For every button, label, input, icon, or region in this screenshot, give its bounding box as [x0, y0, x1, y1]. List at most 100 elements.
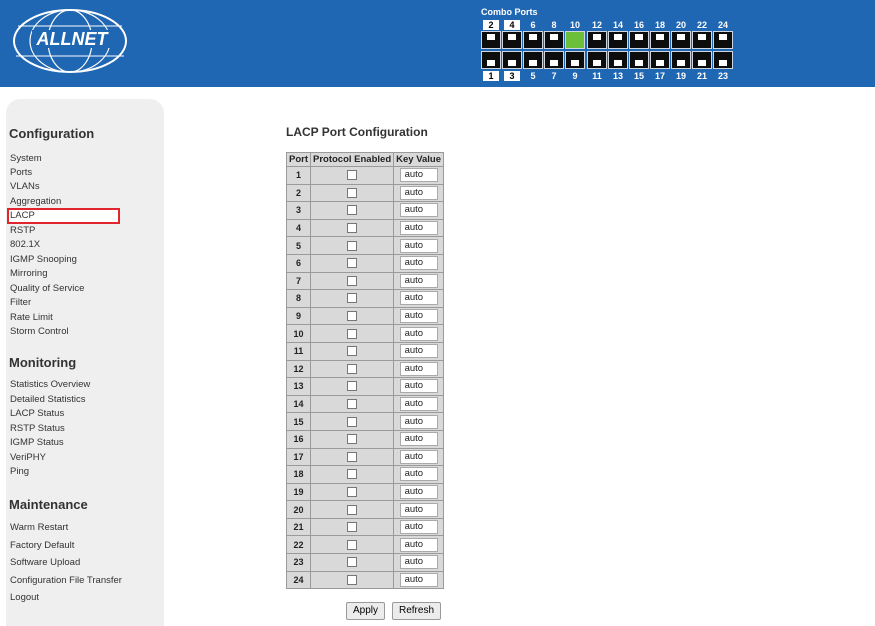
sidebar-item-lacp[interactable]: LACP — [10, 210, 35, 221]
port-icon-6[interactable] — [523, 31, 543, 49]
port-icon-20[interactable] — [671, 31, 691, 49]
protocol-enabled-checkbox[interactable] — [347, 363, 358, 374]
apply-button[interactable]: Apply — [346, 602, 386, 620]
sidebar-item-rstp-status[interactable]: RSTP Status — [10, 423, 65, 434]
key-value-input[interactable]: auto — [399, 537, 438, 552]
sidebar-item-lacp-status[interactable]: LACP Status — [10, 408, 64, 419]
key-value-input[interactable]: auto — [399, 273, 438, 288]
protocol-enabled-checkbox[interactable] — [347, 399, 358, 409]
protocol-enabled-checkbox[interactable] — [347, 416, 358, 427]
sidebar-item-ping[interactable]: Ping — [10, 466, 29, 477]
protocol-enabled-checkbox[interactable] — [347, 539, 358, 550]
protocol-enabled-checkbox[interactable] — [347, 557, 358, 568]
protocol-enabled-checkbox[interactable] — [347, 486, 358, 497]
sidebar-item-statistics-overview[interactable]: Statistics Overview — [10, 379, 90, 390]
key-value-input[interactable]: auto — [399, 414, 438, 429]
protocol-enabled-checkbox[interactable] — [347, 346, 358, 357]
protocol-enabled-checkbox[interactable] — [347, 311, 358, 322]
key-value-input[interactable]: auto — [399, 238, 438, 253]
port-icon-15[interactable] — [629, 51, 649, 69]
refresh-button[interactable]: Refresh — [392, 602, 442, 620]
sidebar-item-warm-restart[interactable]: Warm Restart — [10, 522, 68, 533]
protocol-enabled-checkbox[interactable] — [347, 258, 358, 269]
protocol-enabled-checkbox[interactable] — [347, 451, 358, 462]
sidebar-item-quality-of-service[interactable]: Quality of Service — [10, 283, 84, 294]
port-icon-23[interactable] — [713, 51, 733, 69]
key-value-input[interactable]: auto — [399, 520, 438, 535]
protocol-enabled-checkbox[interactable] — [347, 381, 358, 392]
sidebar-item-logout[interactable]: Logout — [10, 592, 39, 603]
sidebar-item-system[interactable]: System — [10, 153, 42, 164]
key-value-input[interactable]: auto — [399, 555, 438, 570]
sidebar-item-802-1x[interactable]: 802.1X — [10, 239, 40, 250]
key-value-input[interactable]: auto — [399, 502, 438, 517]
sidebar-item-mirroring[interactable]: Mirroring — [10, 268, 47, 279]
sidebar-item-detailed-statistics[interactable]: Detailed Statistics — [10, 394, 86, 405]
key-value-input[interactable]: auto — [399, 221, 438, 236]
port-icon-18[interactable] — [650, 31, 670, 49]
port-icon-24[interactable] — [713, 31, 733, 49]
protocol-enabled-checkbox[interactable] — [347, 504, 358, 515]
key-value-input[interactable]: auto — [399, 256, 438, 271]
port-icon-10[interactable] — [565, 31, 585, 49]
sidebar-item-factory-default[interactable]: Factory Default — [10, 540, 74, 551]
port-icon-7[interactable] — [544, 51, 564, 69]
protocol-enabled-cell — [309, 570, 395, 590]
protocol-enabled-checkbox[interactable] — [347, 170, 358, 181]
protocol-enabled-checkbox[interactable] — [347, 275, 358, 286]
key-value-input[interactable]: auto — [399, 185, 438, 200]
port-icon-13[interactable] — [608, 51, 628, 69]
port-icon-4[interactable] — [502, 31, 522, 49]
port-icon-17[interactable] — [650, 51, 670, 69]
sidebar-item-igmp-snooping[interactable]: IGMP Snooping — [10, 254, 77, 265]
key-value-input[interactable]: auto — [399, 203, 438, 218]
key-value-input[interactable]: auto — [399, 572, 438, 587]
sidebar-item-software-upload[interactable]: Software Upload — [10, 557, 80, 568]
sidebar-item-igmp-status[interactable]: IGMP Status — [10, 437, 64, 448]
port-icon-2[interactable] — [481, 31, 501, 49]
port-icon-14[interactable] — [608, 31, 628, 49]
key-value-input[interactable]: auto — [399, 361, 438, 376]
key-value-input[interactable]: auto — [399, 432, 438, 447]
protocol-enabled-checkbox[interactable] — [347, 469, 358, 480]
key-value-input[interactable]: auto — [399, 326, 438, 341]
key-value-input[interactable]: auto — [399, 344, 438, 359]
port-icon-19[interactable] — [671, 51, 691, 69]
key-value-input[interactable]: auto — [399, 449, 438, 464]
port-icon-16[interactable] — [629, 31, 649, 49]
sidebar-item-storm-control[interactable]: Storm Control — [10, 326, 69, 337]
sidebar-item-rate-limit[interactable]: Rate Limit — [10, 312, 53, 323]
protocol-enabled-checkbox[interactable] — [347, 223, 358, 234]
sidebar-item-configuration-file-transfer[interactable]: Configuration File Transfer — [10, 575, 122, 586]
port-icon-12[interactable] — [587, 31, 607, 49]
protocol-enabled-checkbox[interactable] — [347, 522, 358, 533]
key-value-input[interactable]: auto — [399, 168, 438, 183]
key-value-input[interactable]: auto — [399, 467, 438, 482]
sidebar-item-vlans[interactable]: VLANs — [10, 181, 40, 192]
sidebar-item-aggregation[interactable]: Aggregation — [10, 196, 61, 207]
protocol-enabled-checkbox[interactable] — [347, 434, 358, 445]
key-value-input[interactable]: auto — [399, 291, 438, 306]
port-icon-1[interactable] — [481, 51, 501, 69]
sidebar-item-filter[interactable]: Filter — [10, 297, 31, 308]
protocol-enabled-checkbox[interactable] — [347, 293, 358, 304]
port-icon-21[interactable] — [692, 51, 712, 69]
port-icon-9[interactable] — [565, 51, 585, 69]
key-value-input[interactable]: auto — [399, 309, 438, 324]
port-icon-11[interactable] — [587, 51, 607, 69]
protocol-enabled-checkbox[interactable] — [347, 240, 358, 251]
protocol-enabled-checkbox[interactable] — [347, 574, 358, 585]
port-icon-5[interactable] — [523, 51, 543, 69]
key-value-input[interactable]: auto — [399, 484, 438, 499]
key-value-input[interactable]: auto — [399, 397, 438, 412]
protocol-enabled-checkbox[interactable] — [347, 187, 358, 198]
port-icon-3[interactable] — [502, 51, 522, 69]
sidebar-item-ports[interactable]: Ports — [10, 167, 32, 178]
key-value-input[interactable]: auto — [399, 379, 438, 394]
port-icon-8[interactable] — [544, 31, 564, 49]
port-icon-22[interactable] — [692, 31, 712, 49]
sidebar-item-veriphy[interactable]: VeriPHY — [10, 452, 46, 463]
protocol-enabled-checkbox[interactable] — [347, 328, 358, 339]
protocol-enabled-checkbox[interactable] — [347, 205, 358, 216]
sidebar-item-rstp[interactable]: RSTP — [10, 225, 35, 236]
